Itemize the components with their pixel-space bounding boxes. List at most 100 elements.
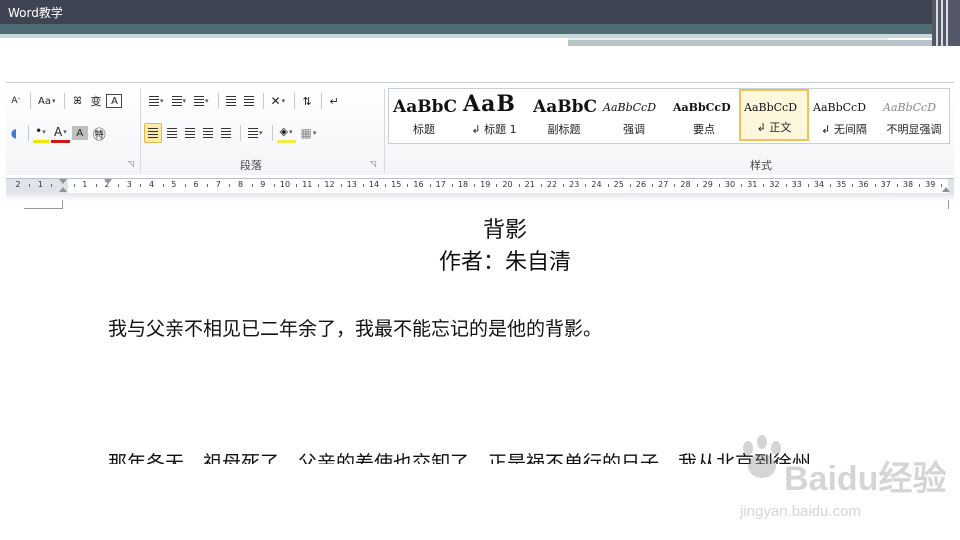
style-name: 标题: [413, 123, 435, 136]
ruler-tick: [73, 184, 75, 187]
ruler-number: 39: [925, 180, 936, 189]
ruler-tick: [207, 184, 209, 187]
accent-band: [568, 40, 960, 46]
phonetic-guide-button[interactable]: ꕤ: [69, 91, 85, 111]
ruler-tick: [407, 184, 409, 187]
character-border-button[interactable]: A: [106, 94, 123, 108]
justify-button[interactable]: [200, 123, 216, 143]
increase-indent-button[interactable]: [241, 91, 257, 111]
ruler-tick: [184, 184, 186, 187]
align-center-button[interactable]: [164, 123, 180, 143]
style-subtitle[interactable]: AaBbC 副标题: [529, 89, 599, 141]
font-color-button[interactable]: A: [51, 123, 70, 143]
decrease-indent-button[interactable]: [223, 91, 239, 111]
ruler-number: 38: [902, 180, 914, 189]
style-preview: AaBbCcD: [813, 101, 867, 114]
chinese-layout-icon[interactable]: ✕: [268, 91, 289, 111]
ruler-tick: [852, 184, 854, 187]
ruler-tick: [563, 184, 565, 187]
ruler-tick: [118, 184, 120, 187]
ruler-number: 11: [302, 180, 313, 189]
ruler-tick: [496, 184, 498, 187]
align-right-button[interactable]: [182, 123, 198, 143]
tab-stop-marker[interactable]: [104, 179, 112, 184]
bullets-button[interactable]: [146, 91, 167, 111]
font-dialog-launcher[interactable]: ◹: [128, 159, 134, 168]
style-strong[interactable]: AaBbCcD 要点: [669, 89, 739, 141]
crop-mark: [948, 200, 949, 209]
style-normal[interactable]: AaBbCcD ↲ 正文: [739, 89, 809, 141]
numbering-button[interactable]: [169, 91, 190, 111]
style-emphasis[interactable]: AaBbCcD 强调: [599, 89, 669, 141]
header-corner-decoration: [932, 0, 960, 46]
shading-button[interactable]: ◈: [276, 123, 296, 143]
baidu-jingyan-watermark: Baidu经验 jingyan.baidu.com: [739, 435, 946, 520]
enclose-character-button[interactable]: 变: [87, 91, 104, 111]
ruler-number: 26: [635, 180, 647, 189]
style-preview: AaBbCcD: [673, 101, 731, 114]
horizontal-ruler[interactable]: 2 1 1 2 3 4 5 6 7 8 9 10 11 12 13 14 15 16 17 18 19 20 21 22 23 2…: [6, 178, 954, 194]
ruler-number: 22: [546, 180, 558, 189]
change-case-button[interactable]: Aa: [35, 91, 58, 111]
paragraph-dialog-launcher[interactable]: ◹: [370, 159, 376, 168]
ruler-number: 30: [724, 180, 736, 189]
style-name: ↲ 正文: [756, 121, 792, 134]
ruler-tick: [830, 184, 832, 187]
line-spacing-button[interactable]: [245, 123, 266, 143]
show-formatting-icon[interactable]: ↵: [326, 91, 342, 111]
style-name: 不明显强调: [886, 123, 942, 136]
ruler-tick: [718, 184, 720, 187]
ruler-number: 31: [747, 180, 758, 189]
ruler-tick: [741, 184, 743, 187]
text-effects-icon[interactable]: ◖: [6, 123, 22, 143]
enclose-characters-icon[interactable]: ㊕: [90, 123, 109, 143]
style-preview: AaBbCcD: [603, 101, 657, 114]
style-no-spacing[interactable]: AaBbCcD ↲ 无间隔: [809, 89, 879, 141]
ruler-number: 17: [435, 180, 446, 189]
ruler-tick: [273, 184, 275, 187]
group-divider: [384, 89, 385, 173]
style-name: ↲ 无间隔: [821, 123, 867, 136]
ruler-number: 15: [391, 180, 402, 189]
ruler-tick: [51, 184, 53, 187]
ruler-number: 2: [15, 180, 21, 189]
style-name: ↲ 标题 1: [471, 123, 517, 136]
slide-title: Word教学: [8, 6, 63, 20]
ruler-tick: [95, 184, 97, 187]
ruler-tick: [140, 184, 142, 187]
style-title[interactable]: AaBbC 标题: [389, 89, 459, 141]
watermark-brand: Baidu经验: [784, 459, 946, 498]
styles-gallery: AaBbC 标题 AaB ↲ 标题 1 AaBbC 副标题 AaBbCcD 强调…: [388, 88, 950, 144]
multilevel-list-button[interactable]: [191, 91, 212, 111]
slide-header: Word教学: [0, 0, 960, 24]
left-indent-marker[interactable]: [59, 187, 67, 192]
ruler-number: 1: [37, 180, 43, 189]
ruler-number: 10: [279, 180, 291, 189]
ruler-tick: [674, 184, 676, 187]
ruler-tick: [607, 184, 609, 187]
ruler-tick: [385, 184, 387, 187]
ruler-tick: [162, 184, 164, 187]
borders-button[interactable]: ▦: [298, 123, 320, 143]
ruler-number: 9: [260, 180, 266, 189]
right-indent-marker[interactable]: [942, 187, 950, 192]
character-shading-button[interactable]: A: [71, 126, 88, 140]
style-subtle-emphasis[interactable]: AaBbCcD 不明显强调: [879, 89, 949, 141]
distributed-button[interactable]: [218, 123, 234, 143]
ruler-tick: [540, 184, 542, 187]
ruler-number: 6: [193, 180, 199, 189]
ruler-tick: [229, 184, 231, 187]
ruler-tick: [474, 184, 476, 187]
style-heading-1[interactable]: AaB ↲ 标题 1: [459, 89, 529, 141]
watermark-url: jingyan.baidu.com: [739, 503, 861, 520]
shrink-font-button[interactable]: Aˇ: [8, 91, 24, 111]
ruler-number: 16: [413, 180, 424, 189]
highlight-color-button[interactable]: ꔷ: [33, 123, 49, 143]
align-left-button[interactable]: [144, 123, 162, 143]
ruler-tick: [585, 184, 587, 187]
first-line-indent-marker[interactable]: [59, 179, 67, 184]
ruler-number: 20: [502, 180, 513, 189]
document-author: 作者：朱自清: [438, 250, 571, 275]
ruler-number: 4: [148, 180, 155, 189]
sort-icon[interactable]: ⇅: [299, 91, 315, 111]
